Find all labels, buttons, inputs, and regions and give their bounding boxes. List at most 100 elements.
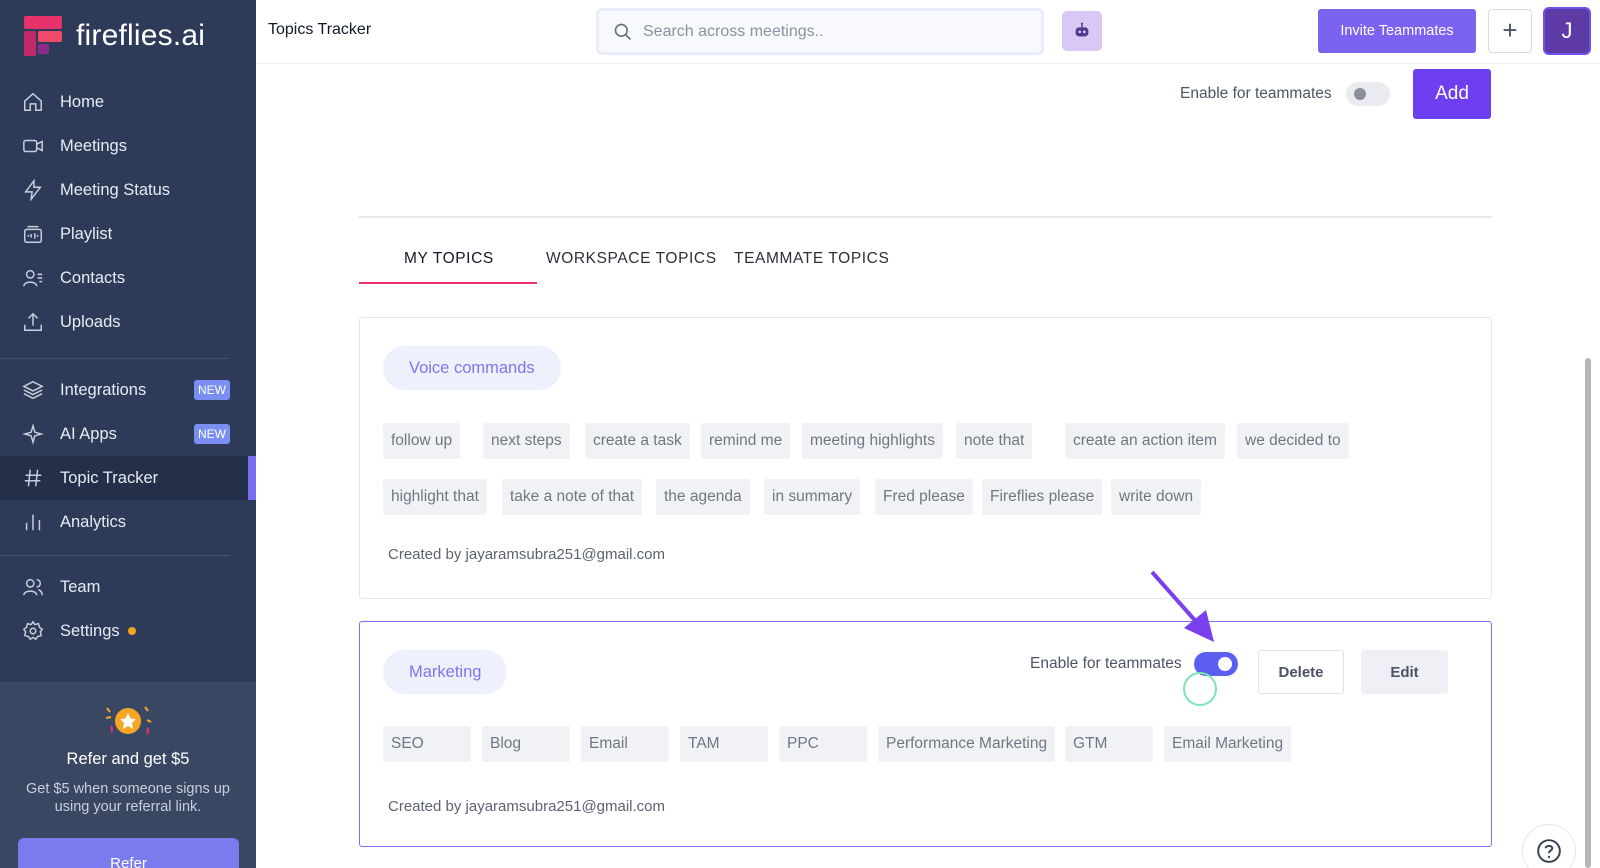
scrollbar[interactable] [1585, 358, 1591, 868]
gear-icon [22, 620, 44, 641]
add-topic-button[interactable]: Add [1413, 69, 1491, 119]
contacts-icon [23, 269, 43, 287]
sidebar-divider [0, 358, 230, 359]
sidebar-item-playlist[interactable]: Playlist [0, 212, 256, 256]
sidebar-item-label: Meeting Status [60, 180, 171, 199]
keyword-chip: we decided to [1237, 423, 1349, 459]
sidebar-item-label: Playlist [60, 224, 113, 243]
sidebar-item-label: Uploads [60, 312, 121, 331]
keyword-chip: PPC [779, 726, 867, 762]
annotation-arrow-icon [1150, 570, 1214, 642]
layers-icon [22, 380, 44, 400]
home-icon [24, 92, 42, 111]
hash-icon [24, 469, 42, 487]
sidebar-item-topic-tracker[interactable]: Topic Tracker [0, 456, 256, 500]
enable-for-teammates-toggle[interactable] [1345, 82, 1390, 106]
page-title: Topics Tracker [268, 21, 372, 38]
sidebar: fireflies.ai Home Meetings Meeting Statu… [0, 0, 256, 868]
sidebar-item-ai-apps[interactable]: AI Apps NEW [0, 412, 256, 456]
notification-dot [127, 627, 136, 635]
refer-button[interactable]: Refer [18, 838, 239, 868]
keyword-chip: Email [581, 726, 669, 762]
main-content: Enable for teammates Add MY TOPICS WORKS… [256, 64, 1600, 868]
keyword-chip: remind me [701, 423, 791, 459]
fireflies-logo-icon [24, 16, 62, 56]
keyword-chip: meeting highlights [802, 423, 943, 459]
sidebar-item-uploads[interactable]: Uploads [0, 300, 256, 344]
sidebar-item-label: Analytics [60, 512, 127, 531]
click-indicator [1183, 672, 1217, 706]
sidebar-item-meeting-status[interactable]: Meeting Status [0, 168, 256, 212]
active-tab-underline [359, 282, 537, 284]
edit-button[interactable]: Edit [1361, 650, 1448, 694]
sparkle-icon [22, 423, 44, 445]
playlist-icon [24, 225, 42, 243]
star-medal-icon [105, 706, 152, 735]
sidebar-item-meetings[interactable]: Meetings [0, 124, 256, 168]
sidebar-item-label: Settings [60, 621, 120, 640]
search-icon [614, 23, 632, 40]
team-icon [23, 578, 43, 596]
avatar[interactable]: J [1543, 7, 1591, 55]
tab-workspace-topics[interactable]: WORKSPACE TOPICS [546, 250, 717, 268]
sidebar-divider [0, 555, 230, 556]
tab-my-topics[interactable]: MY TOPICS [404, 250, 494, 268]
new-badge: NEW [194, 380, 230, 400]
invite-teammates-button[interactable]: Invite Teammates [1318, 9, 1476, 53]
keyword-chip: Performance Marketing [878, 726, 1056, 762]
created-by: Created by jayaramsubra251@gmail.com [388, 546, 666, 563]
keyword-chip: the agenda [656, 479, 750, 515]
keyword-chip: Fireflies please [982, 479, 1103, 515]
referral-description: Get $5 when someone signs up using your … [26, 781, 230, 815]
sidebar-item-analytics[interactable]: Analytics [0, 500, 256, 544]
search-input[interactable] [643, 22, 1023, 41]
keyword-chip: GTM [1065, 726, 1153, 762]
fred-bot-button[interactable] [1062, 11, 1102, 51]
top-bar: Topics Tracker Invite Teammates + J [256, 0, 1600, 64]
sidebar-item-label: AI Apps [60, 424, 117, 443]
sidebar-nav-primary: Home Meetings Meeting Status Playlist Co… [0, 80, 256, 344]
section-divider [359, 216, 1492, 218]
keyword-chip: SEO [383, 726, 471, 762]
plus-icon[interactable]: + [1488, 9, 1532, 53]
sidebar-item-settings[interactable]: Settings [0, 609, 256, 653]
sidebar-item-label: Team [60, 577, 101, 596]
created-by: Created by jayaramsubra251@gmail.com [388, 798, 666, 815]
referral-title: Refer and get $5 [66, 750, 190, 768]
keyword-chip: create a task [585, 423, 690, 459]
keyword-chip: Email Marketing [1164, 726, 1292, 762]
keyword-chip: in summary [764, 479, 861, 515]
video-icon [23, 139, 43, 153]
search-box[interactable] [596, 8, 1044, 55]
bar-chart-icon [25, 514, 41, 531]
sidebar-item-team[interactable]: Team [0, 565, 256, 609]
bolt-icon [24, 179, 42, 201]
keyword-chip: Blog [482, 726, 570, 762]
keyword-chip: write down [1111, 479, 1202, 515]
sidebar-item-integrations[interactable]: Integrations NEW [0, 368, 256, 412]
keyword-chip: create an action item [1065, 423, 1225, 459]
topic-card-marketing: Marketing Enable for teammates Delete Ed… [359, 621, 1492, 847]
delete-button[interactable]: Delete [1258, 650, 1344, 694]
tab-teammate-topics[interactable]: TEAMMATE TOPICS [734, 250, 889, 268]
sidebar-item-label: Home [60, 92, 105, 111]
robot-icon [1075, 22, 1089, 37]
enable-label: Enable for teammates [1030, 655, 1182, 672]
sidebar-item-label: Contacts [60, 268, 126, 287]
keyword-chip: next steps [483, 423, 570, 459]
sidebar-nav-tertiary: Team Settings [0, 565, 256, 653]
toggle-knob [1353, 88, 1366, 100]
keyword-chip: highlight that [383, 479, 487, 515]
upload-icon [24, 312, 42, 331]
sidebar-nav-secondary: Integrations NEW AI Apps NEW Topic Track… [0, 368, 256, 544]
sidebar-item-contacts[interactable]: Contacts [0, 256, 256, 300]
sidebar-item-label: Topic Tracker [60, 468, 159, 487]
toggle-knob [1217, 657, 1232, 671]
sidebar-item-label: Integrations [60, 380, 147, 399]
referral-panel: Refer and get $5 Get $5 when someone sig… [0, 682, 256, 868]
keyword-chip: Fred please [875, 479, 973, 515]
help-icon [1537, 839, 1561, 863]
enable-label: Enable for teammates [1180, 85, 1332, 102]
sidebar-item-home[interactable]: Home [0, 80, 256, 124]
brand-logo[interactable]: fireflies.ai [24, 16, 205, 56]
